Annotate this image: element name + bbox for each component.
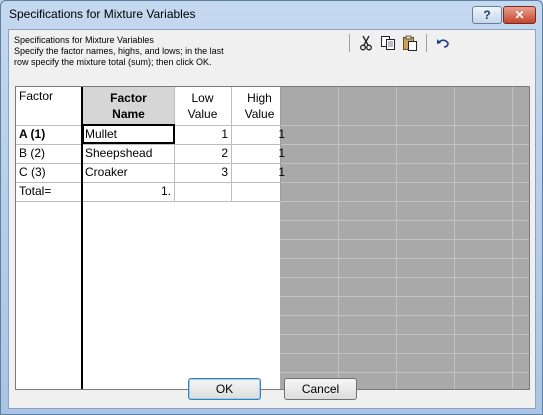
column-header-low-value-text: Low Value [187,91,218,121]
column-header-factor-name: Factor Name [83,87,174,125]
scissors-icon[interactable] [356,33,376,53]
grid-line [280,334,529,335]
close-button[interactable]: ✕ [503,6,536,24]
grid-line [280,239,529,240]
row-header-b[interactable]: B (2) [19,146,45,160]
ok-button[interactable]: OK [188,378,261,400]
instructions-line-2: row specify the mixture total (sum); the… [14,57,212,67]
paste-icon[interactable] [400,33,420,53]
corner-header-factor: Factor [19,89,54,103]
factor-name-cell[interactable]: Croaker [85,165,128,179]
row-header-total: Total= [19,184,52,198]
grid-line [280,353,529,354]
instructions-line-1: Specify the factor names, highs, and low… [14,46,224,56]
grid-line [280,277,529,278]
low-value-cell[interactable]: 2 [174,146,228,160]
grid-line [16,144,280,145]
cancel-button[interactable]: Cancel [284,378,357,400]
toolbar-separator-2 [426,34,427,52]
high-value-cell[interactable]: 1 [231,165,285,179]
dialog-window: Specifications for Mixture Variables ? ✕… [0,0,543,415]
instructions: Specifications for Mixture Variables Spe… [14,35,344,68]
factor-grid[interactable]: Factor Name Low Value High Value Factor … [15,86,530,390]
window-title: Specifications for Mixture Variables [9,7,196,21]
grid-line [280,144,529,145]
title-bar[interactable]: Specifications for Mixture Variables ? ✕ [1,1,542,29]
grid-line [16,201,280,202]
grid-line [280,258,529,259]
grid-line [280,220,529,221]
dialog-body: Specifications for Mixture Variables Spe… [8,29,536,409]
low-value-cell[interactable]: 1 [174,127,228,141]
column-header-factor-name-text: Factor Name [110,91,147,121]
help-button[interactable]: ? [472,6,502,24]
grid-line [280,163,529,164]
column-header-low-value: Low Value [174,87,231,125]
grid-line [280,372,529,373]
grid-line [280,125,529,126]
undo-icon[interactable] [433,33,453,53]
row-header-c[interactable]: C (3) [19,165,46,179]
grid-line [280,87,281,201]
instructions-title: Specifications for Mixture Variables [14,35,154,45]
grid-line [280,315,529,316]
copy-icon[interactable] [378,33,398,53]
toolbar-separator [349,34,350,52]
edit-toolbar [345,32,460,54]
grid-line [16,182,280,183]
low-value-cell[interactable]: 3 [174,165,228,179]
grid-line [16,163,280,164]
high-value-cell[interactable]: 1 [231,146,285,160]
mixture-total-cell[interactable]: 1. [83,184,171,198]
row-header-a[interactable]: A (1) [19,127,45,141]
grid-line [280,201,529,202]
grid-line [280,182,529,183]
grid-line [280,296,529,297]
factor-name-cell[interactable]: Sheepshead [85,146,152,160]
selected-cell-cursor [82,124,175,144]
high-value-cell[interactable]: 1 [231,127,285,141]
